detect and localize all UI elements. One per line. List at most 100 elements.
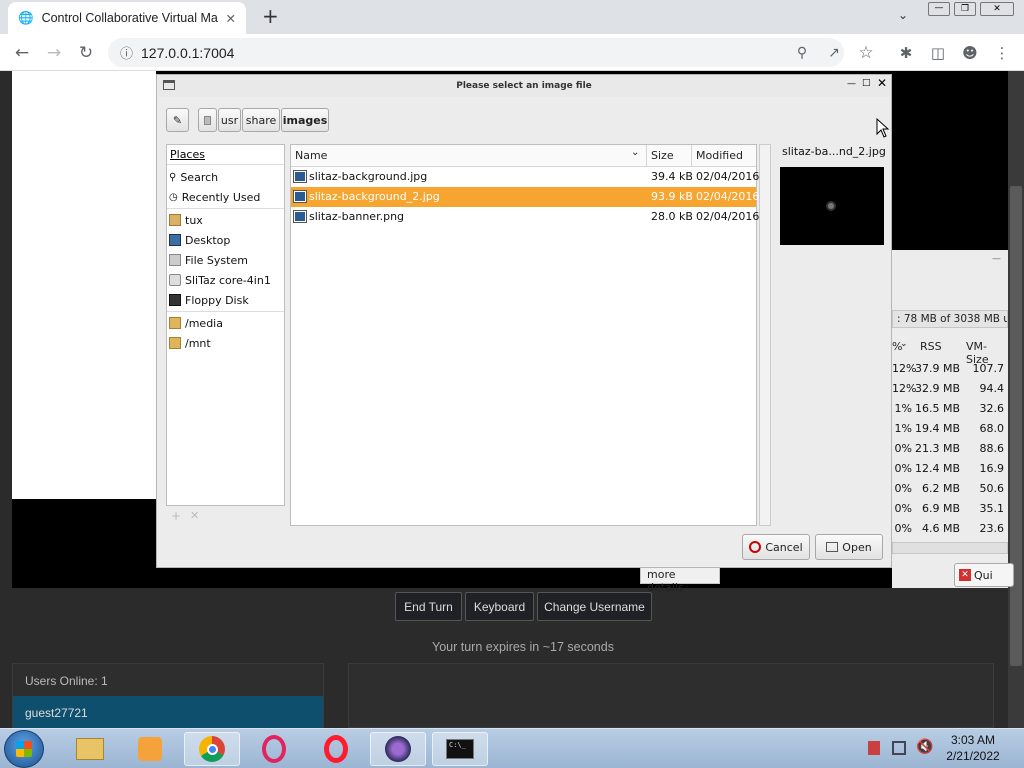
page-scrollbar-thumb[interactable]	[1010, 186, 1022, 666]
task-manager-window: — : 78 MB of 3038 MB us % ⌄ RSS VM-Size …	[640, 250, 1014, 594]
share-icon[interactable]: ↗	[822, 41, 846, 65]
place-slitaz-core[interactable]: SliTaz core-4in1	[169, 270, 283, 290]
process-vm-size: 32.6	[979, 402, 1005, 415]
place-desktop[interactable]: Desktop	[169, 230, 283, 250]
quit-icon: ✕	[959, 569, 971, 581]
place-media[interactable]: /media	[169, 313, 283, 333]
explorer-taskbar-button[interactable]	[62, 732, 118, 766]
window-menu-icon[interactable]	[163, 80, 175, 90]
close-icon[interactable]: ✕	[877, 76, 887, 90]
file-row[interactable]: slitaz-background_2.jpg 93.9 kB 02/04/2016	[291, 187, 760, 207]
place-search[interactable]: ⚲ Search	[169, 167, 283, 187]
process-row[interactable]: 0% 4.6 MB 23.6	[892, 519, 1008, 539]
side-panel-icon[interactable]: ◫	[926, 41, 950, 65]
file-name: slitaz-background_2.jpg	[309, 190, 440, 203]
user-list-item[interactable]: guest27721	[13, 696, 323, 728]
process-vm-size: 94.4	[979, 382, 1005, 395]
process-row[interactable]: 0% 6.9 MB 35.1	[892, 499, 1008, 519]
place-floppy-disk[interactable]: Floppy Disk	[169, 290, 283, 310]
extensions-icon[interactable]: ✱	[894, 41, 918, 65]
windows-logo-icon	[16, 741, 32, 757]
column-modified[interactable]: Modified	[696, 149, 743, 162]
change-username-button[interactable]: Change Username	[537, 592, 652, 621]
forward-icon[interactable]: →	[42, 41, 66, 65]
process-row[interactable]: 12% 37.9 MB 107.7	[892, 359, 1008, 379]
file-row[interactable]: slitaz-background.jpg 39.4 kB 02/04/2016	[291, 167, 760, 187]
column-rss[interactable]: RSS	[920, 340, 942, 353]
minimize-icon[interactable]: —	[992, 254, 1001, 264]
media-player-taskbar-button[interactable]	[122, 732, 178, 766]
zoom-icon[interactable]: ⚲	[790, 41, 814, 65]
cancel-label: Cancel	[765, 540, 803, 554]
system-clock[interactable]: 3:03 AM 2/21/2022	[940, 732, 1006, 764]
network-icon[interactable]	[892, 741, 906, 755]
start-button[interactable]	[4, 730, 44, 768]
back-icon[interactable]: ←	[10, 41, 34, 65]
profile-icon[interactable]: ☻	[958, 41, 982, 65]
bookmark-star-icon[interactable]: ☆	[854, 41, 878, 65]
address-bar[interactable]: ⓘ 127.0.0.1:7004	[108, 38, 844, 67]
path-root-button[interactable]	[198, 108, 217, 132]
maximize-icon[interactable]: □	[862, 78, 871, 88]
keyboard-button[interactable]: Keyboard	[465, 592, 534, 621]
reload-icon[interactable]: ↻	[74, 41, 98, 65]
separator	[691, 145, 692, 167]
chrome-taskbar-button[interactable]	[184, 732, 240, 766]
volume-icon[interactable]: 🔇	[916, 739, 933, 755]
cmd-taskbar-button[interactable]: C:\_	[432, 732, 488, 766]
image-file-icon	[293, 210, 307, 223]
place-recently-used[interactable]: ◷ Recently Used	[169, 187, 283, 207]
tab-search-icon[interactable]: ⌄	[898, 8, 908, 22]
close-window-icon[interactable]: ✕	[980, 2, 1014, 16]
process-row[interactable]: 0% 12.4 MB 16.9	[892, 459, 1008, 479]
process-row[interactable]: 1% 19.4 MB 68.0	[892, 419, 1008, 439]
browser-tab[interactable]: 🌐 Control Collaborative Virtual Ma ✕	[8, 2, 246, 34]
users-panel: Users Online: 1 guest27721	[12, 663, 324, 728]
desktop-icon	[169, 234, 181, 246]
edit-location-button[interactable]: ✎	[166, 108, 189, 132]
clock-time: 3:03 AM	[950, 733, 996, 747]
file-modified: 02/04/2016	[696, 210, 760, 223]
place-mnt[interactable]: /mnt	[169, 333, 283, 353]
flag-icon[interactable]	[868, 741, 880, 755]
drive-icon	[169, 254, 181, 266]
image-preview	[780, 167, 884, 245]
path-images-button[interactable]: images	[281, 108, 329, 132]
open-button[interactable]: Open	[815, 534, 883, 560]
place-tux[interactable]: tux	[169, 210, 283, 230]
file-modified: 02/04/2016	[696, 190, 760, 203]
place-label: /media	[185, 316, 223, 330]
column-size[interactable]: Size	[651, 149, 674, 162]
minimize-window-icon[interactable]: —	[928, 2, 950, 16]
remove-bookmark-icon[interactable]: ✕	[190, 509, 199, 522]
preview-label: slitaz-ba...nd_2.jpg	[782, 145, 886, 158]
minimize-icon[interactable]: —	[847, 79, 856, 89]
process-row[interactable]: 0% 21.3 MB 88.6	[892, 439, 1008, 459]
process-row[interactable]: 0% 6.2 MB 50.6	[892, 479, 1008, 499]
cancel-icon	[749, 541, 762, 553]
menu-icon[interactable]: ⋮	[990, 41, 1014, 65]
column-name[interactable]: Name	[295, 149, 327, 162]
path-share-button[interactable]: share	[242, 108, 280, 132]
close-tab-icon[interactable]: ✕	[226, 11, 236, 26]
process-row[interactable]: 12% 32.9 MB 94.4	[892, 379, 1008, 399]
end-turn-button[interactable]: End Turn	[395, 592, 462, 621]
new-tab-icon[interactable]: +	[262, 4, 279, 28]
process-vm-size: 35.1	[979, 502, 1005, 515]
opera-taskbar-button[interactable]	[308, 732, 364, 766]
process-vm-size: 88.6	[979, 442, 1005, 455]
add-bookmark-icon[interactable]: +	[171, 509, 181, 523]
restore-window-icon[interactable]: ❐	[954, 2, 976, 16]
info-icon[interactable]: ⓘ	[120, 43, 133, 62]
process-row[interactable]: 1% 16.5 MB 32.6	[892, 399, 1008, 419]
path-usr-button[interactable]: usr	[218, 108, 241, 132]
place-file-system[interactable]: File System	[169, 250, 283, 270]
app-taskbar-button[interactable]	[370, 732, 426, 766]
hscrollbar[interactable]	[892, 542, 1008, 554]
file-list-scrollbar[interactable]	[759, 144, 771, 526]
file-row[interactable]: slitaz-banner.png 28.0 kB 02/04/2016	[291, 207, 760, 227]
quit-button[interactable]: ✕ Qui	[954, 563, 1014, 587]
opera-gx-taskbar-button[interactable]	[246, 732, 302, 766]
file-modified: 02/04/2016	[696, 170, 760, 183]
cancel-button[interactable]: Cancel	[742, 534, 810, 560]
